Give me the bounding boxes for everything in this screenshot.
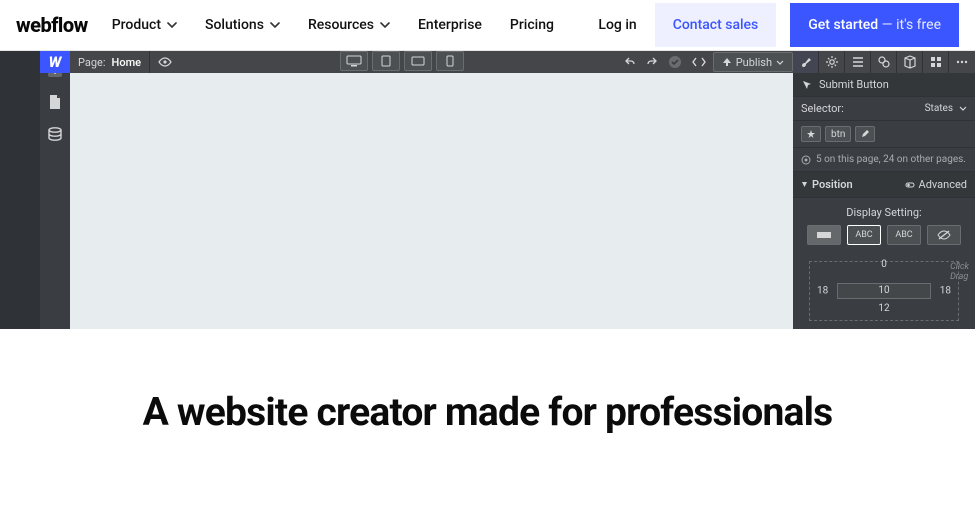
tablet-viewport-icon[interactable] (372, 51, 400, 71)
assets-tab-icon[interactable] (897, 51, 923, 73)
grid-tab-icon[interactable] (923, 51, 949, 73)
advanced-label[interactable]: Advanced (919, 178, 967, 191)
display-setting-block: Display Setting: ABC ABC (793, 198, 975, 253)
layout-tab-icon[interactable] (845, 51, 871, 73)
get-started-label: Get started (808, 17, 878, 33)
site-top-nav: webflow Product Solutions Resources Ente… (0, 0, 975, 51)
section-title: Position (812, 178, 853, 191)
landscape-viewport-icon[interactable] (404, 51, 432, 71)
designer-left-toolbar (40, 51, 70, 329)
nav-label: Product (112, 17, 161, 33)
brush-tab-icon[interactable] (793, 51, 819, 73)
designer-preview: W Page: Home (0, 51, 975, 329)
status-check-icon[interactable] (665, 52, 685, 72)
nav-item-product[interactable]: Product (112, 17, 177, 33)
designer-center: W Page: Home (70, 51, 793, 329)
display-none-option[interactable] (927, 225, 961, 245)
target-icon (801, 155, 811, 165)
style-panel-tabs (793, 51, 975, 73)
page-label: Page: (78, 56, 106, 69)
nav-item-enterprise[interactable]: Enterprise (418, 17, 482, 33)
padding-bottom-value[interactable]: 12 (878, 303, 889, 314)
edit-class-icon[interactable] (855, 126, 875, 142)
cms-icon[interactable] (46, 125, 64, 143)
margin-left-value[interactable]: 18 (817, 286, 828, 297)
padding-top-value[interactable]: 10 (878, 285, 889, 296)
designer-topbar-right: Publish (621, 51, 793, 73)
publish-button[interactable]: Publish (713, 52, 793, 72)
class-badge[interactable]: btn (825, 126, 851, 142)
page-indicator[interactable]: Page: Home (70, 51, 149, 73)
interactions-tab-icon[interactable] (871, 51, 897, 73)
contact-sales-button[interactable]: Contact sales (655, 3, 777, 47)
desktop-viewport-icon[interactable] (340, 51, 368, 71)
class-usage-note: 5 on this page, 24 on other pages. (793, 148, 975, 172)
selected-element-row: Submit Button (793, 73, 975, 97)
hero-headline: A website creator made for professionals (0, 389, 975, 436)
nav-item-solutions[interactable]: Solutions (205, 17, 280, 33)
usage-text: 5 on this page, 24 on other pages. (816, 154, 966, 165)
designer-left-gutter (0, 51, 40, 329)
display-block-option[interactable] (807, 225, 841, 245)
pages-icon[interactable] (46, 93, 64, 111)
mobile-viewport-icon[interactable] (436, 51, 464, 71)
nav-label: Solutions (205, 17, 264, 33)
hero-section: A website creator made for professionals (0, 329, 975, 436)
margin-top-value[interactable]: 0 (881, 259, 887, 270)
advanced-toggle-icon[interactable] (905, 180, 915, 190)
publish-label: Publish (736, 56, 772, 69)
preview-toggle[interactable] (150, 51, 180, 73)
undo-icon[interactable] (621, 52, 639, 72)
webflow-w-icon[interactable]: W (40, 51, 70, 73)
chevron-down-icon (167, 22, 177, 28)
selector-label: Selector: (801, 102, 844, 115)
nav-item-pricing[interactable]: Pricing (510, 17, 554, 33)
chevron-down-icon (270, 22, 280, 28)
cursor-icon (801, 79, 813, 91)
box-model-editor[interactable]: 0 18 18 10 12 Click Drag (801, 261, 967, 321)
position-section-header[interactable]: Position Advanced (793, 172, 975, 198)
chevron-down-icon (959, 106, 967, 111)
display-setting-label: Display Setting: (801, 206, 967, 219)
class-row: btn (793, 121, 975, 148)
nav-item-resources[interactable]: Resources (308, 17, 390, 33)
designer-canvas[interactable] (70, 73, 793, 329)
global-selector-badge[interactable] (801, 126, 821, 142)
selector-row: Selector: States (793, 97, 975, 121)
margin-right-value[interactable]: 18 (940, 286, 951, 297)
display-inline-option[interactable]: ABC (887, 225, 921, 245)
get-started-suffix: — it's free (878, 17, 941, 33)
states-dropdown[interactable]: States (925, 103, 953, 114)
nav-label: Pricing (510, 17, 554, 33)
code-export-icon[interactable] (689, 52, 709, 72)
settings-tab-icon[interactable] (819, 51, 845, 73)
display-inline-block-option[interactable]: ABC (847, 225, 881, 245)
redo-icon[interactable] (643, 52, 661, 72)
get-started-button[interactable]: Get started — it's free (790, 3, 959, 47)
more-tab-icon[interactable] (949, 51, 975, 73)
viewport-switcher (340, 51, 464, 71)
style-panel: Submit Button Selector: States btn 5 on … (793, 51, 975, 329)
display-options: ABC ABC (801, 225, 967, 245)
login-link[interactable]: Log in (598, 17, 636, 33)
handwritten-hint: Click Drag (950, 263, 969, 283)
webflow-logo[interactable]: webflow (16, 13, 88, 37)
designer-topbar: W Page: Home (70, 51, 793, 73)
nav-label: Resources (308, 17, 374, 33)
nav-label: Enterprise (418, 17, 482, 33)
page-name: Home (112, 56, 142, 69)
chevron-down-icon (380, 22, 390, 28)
disclosure-triangle-icon (801, 178, 808, 191)
selected-element-label: Submit Button (819, 78, 889, 91)
